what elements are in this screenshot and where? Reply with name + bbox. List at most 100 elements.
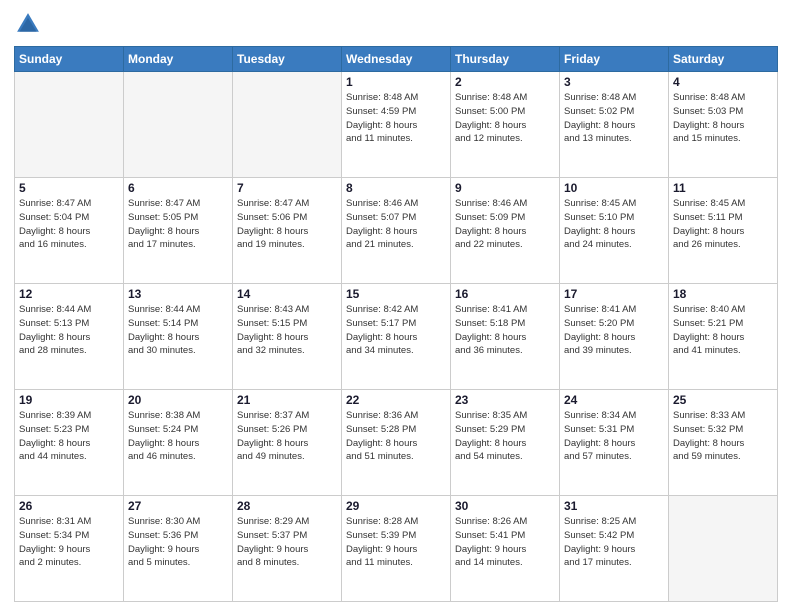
- day-info: Sunrise: 8:38 AM Sunset: 5:24 PM Dayligh…: [128, 409, 228, 464]
- day-number: 13: [128, 287, 228, 301]
- day-info: Sunrise: 8:28 AM Sunset: 5:39 PM Dayligh…: [346, 515, 446, 570]
- day-info: Sunrise: 8:48 AM Sunset: 5:03 PM Dayligh…: [673, 91, 773, 146]
- calendar-cell: 31 Sunrise: 8:25 AM Sunset: 5:42 PM Dayli…: [560, 496, 669, 602]
- calendar-cell: 19 Sunrise: 8:39 AM Sunset: 5:23 PM Dayli…: [15, 390, 124, 496]
- calendar-cell: 27 Sunrise: 8:30 AM Sunset: 5:36 PM Dayli…: [124, 496, 233, 602]
- day-number: 10: [564, 181, 664, 195]
- day-info: Sunrise: 8:48 AM Sunset: 4:59 PM Dayligh…: [346, 91, 446, 146]
- calendar-cell: 30Sunrise: 8:26 AM Sunset: 5:41 PM Dayli…: [451, 496, 560, 602]
- day-info: Sunrise: 8:34 AM Sunset: 5:31 PM Dayligh…: [564, 409, 664, 464]
- day-number: 23: [455, 393, 555, 407]
- week-row-4: 19 Sunrise: 8:39 AM Sunset: 5:23 PM Dayli…: [15, 390, 778, 496]
- day-info: Sunrise: 8:25 AM Sunset: 5:42 PM Dayligh…: [564, 515, 664, 570]
- day-info: Sunrise: 8:47 AM Sunset: 5:04 PM Dayligh…: [19, 197, 119, 252]
- calendar-cell: 29 Sunrise: 8:28 AM Sunset: 5:39 PM Dayli…: [342, 496, 451, 602]
- day-number: 2: [455, 75, 555, 89]
- day-info: Sunrise: 8:47 AM Sunset: 5:05 PM Dayligh…: [128, 197, 228, 252]
- calendar-cell: 6Sunrise: 8:47 AM Sunset: 5:05 PM Daylig…: [124, 178, 233, 284]
- day-info: Sunrise: 8:29 AM Sunset: 5:37 PM Dayligh…: [237, 515, 337, 570]
- day-info: Sunrise: 8:45 AM Sunset: 5:10 PM Dayligh…: [564, 197, 664, 252]
- day-number: 11: [673, 181, 773, 195]
- day-info: Sunrise: 8:37 AM Sunset: 5:26 PM Dayligh…: [237, 409, 337, 464]
- week-row-3: 12 Sunrise: 8:44 AM Sunset: 5:13 PM Dayli…: [15, 284, 778, 390]
- calendar-cell: 17Sunrise: 8:41 AM Sunset: 5:20 PM Dayli…: [560, 284, 669, 390]
- day-number: 22: [346, 393, 446, 407]
- day-number: 8: [346, 181, 446, 195]
- weekday-header-wednesday: Wednesday: [342, 47, 451, 72]
- day-info: Sunrise: 8:26 AM Sunset: 5:41 PM Dayligh…: [455, 515, 555, 570]
- calendar-cell: 14Sunrise: 8:43 AM Sunset: 5:15 PM Dayli…: [233, 284, 342, 390]
- day-number: 29: [346, 499, 446, 513]
- day-number: 26: [19, 499, 119, 513]
- calendar-cell: 4 Sunrise: 8:48 AM Sunset: 5:03 PM Daylig…: [669, 72, 778, 178]
- day-number: 21: [237, 393, 337, 407]
- day-info: Sunrise: 8:42 AM Sunset: 5:17 PM Dayligh…: [346, 303, 446, 358]
- day-number: 9: [455, 181, 555, 195]
- day-number: 1: [346, 75, 446, 89]
- day-number: 18: [673, 287, 773, 301]
- day-number: 7: [237, 181, 337, 195]
- week-row-5: 26Sunrise: 8:31 AM Sunset: 5:34 PM Dayli…: [15, 496, 778, 602]
- day-info: Sunrise: 8:40 AM Sunset: 5:21 PM Dayligh…: [673, 303, 773, 358]
- weekday-header-thursday: Thursday: [451, 47, 560, 72]
- day-info: Sunrise: 8:45 AM Sunset: 5:11 PM Dayligh…: [673, 197, 773, 252]
- calendar-cell: [233, 72, 342, 178]
- day-info: Sunrise: 8:44 AM Sunset: 5:13 PM Dayligh…: [19, 303, 119, 358]
- day-info: Sunrise: 8:35 AM Sunset: 5:29 PM Dayligh…: [455, 409, 555, 464]
- logo-icon: [14, 10, 42, 38]
- day-number: 4: [673, 75, 773, 89]
- day-number: 12: [19, 287, 119, 301]
- weekday-header-friday: Friday: [560, 47, 669, 72]
- day-number: 15: [346, 287, 446, 301]
- day-info: Sunrise: 8:47 AM Sunset: 5:06 PM Dayligh…: [237, 197, 337, 252]
- calendar-cell: 1 Sunrise: 8:48 AM Sunset: 4:59 PM Daylig…: [342, 72, 451, 178]
- calendar-cell: 18 Sunrise: 8:40 AM Sunset: 5:21 PM Dayli…: [669, 284, 778, 390]
- logo: [14, 10, 46, 38]
- day-number: 25: [673, 393, 773, 407]
- calendar-cell: 12 Sunrise: 8:44 AM Sunset: 5:13 PM Dayli…: [15, 284, 124, 390]
- weekday-header-tuesday: Tuesday: [233, 47, 342, 72]
- day-number: 5: [19, 181, 119, 195]
- calendar-cell: 15 Sunrise: 8:42 AM Sunset: 5:17 PM Dayli…: [342, 284, 451, 390]
- day-info: Sunrise: 8:48 AM Sunset: 5:02 PM Dayligh…: [564, 91, 664, 146]
- calendar-cell: 22 Sunrise: 8:36 AM Sunset: 5:28 PM Dayli…: [342, 390, 451, 496]
- day-info: Sunrise: 8:36 AM Sunset: 5:28 PM Dayligh…: [346, 409, 446, 464]
- week-row-2: 5 Sunrise: 8:47 AM Sunset: 5:04 PM Daylig…: [15, 178, 778, 284]
- day-info: Sunrise: 8:44 AM Sunset: 5:14 PM Dayligh…: [128, 303, 228, 358]
- weekday-header-sunday: Sunday: [15, 47, 124, 72]
- calendar-cell: 2 Sunrise: 8:48 AM Sunset: 5:00 PM Daylig…: [451, 72, 560, 178]
- day-number: 19: [19, 393, 119, 407]
- day-number: 28: [237, 499, 337, 513]
- calendar-cell: 21 Sunrise: 8:37 AM Sunset: 5:26 PM Dayli…: [233, 390, 342, 496]
- day-number: 20: [128, 393, 228, 407]
- page-header: [14, 10, 778, 38]
- day-info: Sunrise: 8:41 AM Sunset: 5:18 PM Dayligh…: [455, 303, 555, 358]
- calendar-cell: 26Sunrise: 8:31 AM Sunset: 5:34 PM Dayli…: [15, 496, 124, 602]
- day-info: Sunrise: 8:48 AM Sunset: 5:00 PM Dayligh…: [455, 91, 555, 146]
- calendar-cell: [124, 72, 233, 178]
- day-number: 16: [455, 287, 555, 301]
- day-info: Sunrise: 8:41 AM Sunset: 5:20 PM Dayligh…: [564, 303, 664, 358]
- calendar-cell: 23 Sunrise: 8:35 AM Sunset: 5:29 PM Dayli…: [451, 390, 560, 496]
- calendar-cell: 16 Sunrise: 8:41 AM Sunset: 5:18 PM Dayli…: [451, 284, 560, 390]
- day-number: 27: [128, 499, 228, 513]
- week-row-1: 1 Sunrise: 8:48 AM Sunset: 4:59 PM Daylig…: [15, 72, 778, 178]
- calendar-cell: 3Sunrise: 8:48 AM Sunset: 5:02 PM Daylig…: [560, 72, 669, 178]
- calendar-cell: 25 Sunrise: 8:33 AM Sunset: 5:32 PM Dayli…: [669, 390, 778, 496]
- weekday-header-saturday: Saturday: [669, 47, 778, 72]
- calendar-cell: 20 Sunrise: 8:38 AM Sunset: 5:24 PM Dayli…: [124, 390, 233, 496]
- day-info: Sunrise: 8:30 AM Sunset: 5:36 PM Dayligh…: [128, 515, 228, 570]
- calendar-cell: 13 Sunrise: 8:44 AM Sunset: 5:14 PM Dayli…: [124, 284, 233, 390]
- day-info: Sunrise: 8:33 AM Sunset: 5:32 PM Dayligh…: [673, 409, 773, 464]
- day-info: Sunrise: 8:46 AM Sunset: 5:07 PM Dayligh…: [346, 197, 446, 252]
- day-number: 31: [564, 499, 664, 513]
- calendar-table: SundayMondayTuesdayWednesdayThursdayFrid…: [14, 46, 778, 602]
- calendar-cell: [669, 496, 778, 602]
- day-info: Sunrise: 8:39 AM Sunset: 5:23 PM Dayligh…: [19, 409, 119, 464]
- calendar-cell: 7 Sunrise: 8:47 AM Sunset: 5:06 PM Daylig…: [233, 178, 342, 284]
- day-info: Sunrise: 8:43 AM Sunset: 5:15 PM Dayligh…: [237, 303, 337, 358]
- calendar-cell: 8 Sunrise: 8:46 AM Sunset: 5:07 PM Daylig…: [342, 178, 451, 284]
- calendar-cell: 5 Sunrise: 8:47 AM Sunset: 5:04 PM Daylig…: [15, 178, 124, 284]
- calendar-cell: 28 Sunrise: 8:29 AM Sunset: 5:37 PM Dayli…: [233, 496, 342, 602]
- weekday-header-monday: Monday: [124, 47, 233, 72]
